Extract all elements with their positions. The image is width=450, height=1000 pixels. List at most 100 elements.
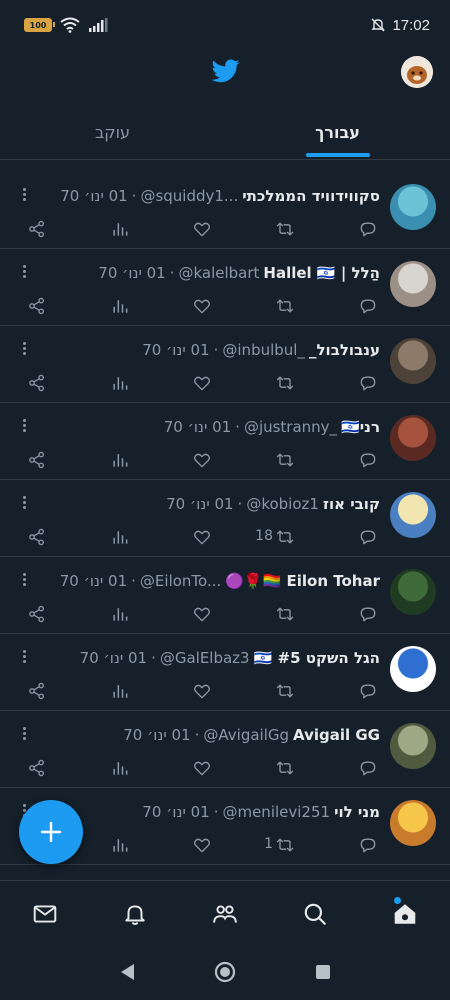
like-button[interactable] bbox=[192, 757, 214, 779]
share-icon bbox=[29, 605, 44, 623]
communities-icon bbox=[213, 905, 237, 923]
share-button[interactable] bbox=[27, 757, 49, 779]
tweet-row[interactable]: Avigail GG @AvigailGg · 01 ינו׳ 70 bbox=[0, 711, 450, 788]
recents-icon[interactable] bbox=[315, 964, 331, 980]
tab-for-you[interactable]: עבורך bbox=[225, 106, 450, 159]
tweet-row[interactable]: הַלל | Hallel 🇮🇱 @kalelbart · 01 ינו׳ 70 bbox=[0, 249, 450, 326]
status-bar: 100 17:02 bbox=[0, 0, 450, 50]
profile-avatar[interactable] bbox=[401, 56, 433, 88]
reply-button[interactable] bbox=[358, 603, 380, 625]
tweet-separator: · bbox=[194, 726, 200, 744]
tweet-row[interactable]: רני🇮🇱 @justranny_ · 01 ינו׳ 70 bbox=[0, 403, 450, 480]
reply-button[interactable] bbox=[358, 526, 380, 548]
retweet-icon bbox=[276, 607, 294, 621]
tweet-row[interactable]: Eilon Tohar 🏳️‍🌈🌹🟣 @EilonTo... · 01 ינו׳ 70 bbox=[0, 557, 450, 634]
reply-button[interactable] bbox=[358, 834, 380, 856]
more-options-icon[interactable] bbox=[20, 263, 28, 281]
views-button[interactable] bbox=[110, 526, 132, 548]
nav-notifications[interactable] bbox=[122, 901, 150, 929]
like-icon bbox=[194, 453, 210, 468]
reply-button[interactable] bbox=[358, 372, 380, 394]
share-button[interactable] bbox=[27, 218, 49, 240]
views-button[interactable] bbox=[110, 295, 132, 317]
tweet-header: Eilon Tohar 🏳️‍🌈🌹🟣 @EilonTo... · 01 ינו׳ 70 bbox=[16, 569, 380, 593]
tweet-row[interactable]: הגל השקט #5 🇮🇱 @GalElbaz3 · 01 ינו׳ 70 bbox=[0, 634, 450, 711]
views-icon bbox=[113, 762, 128, 775]
retweet-button[interactable] bbox=[275, 218, 297, 240]
tweet-actions bbox=[0, 295, 450, 317]
like-button[interactable] bbox=[192, 218, 214, 240]
share-button[interactable] bbox=[27, 372, 49, 394]
user-display-name[interactable]: רני🇮🇱 bbox=[341, 418, 380, 436]
tweet-row[interactable]: סקווידוויד הממלכתי @squiddy1... · 01 ינו׳ 7… bbox=[0, 172, 450, 249]
more-options-icon[interactable] bbox=[20, 186, 28, 204]
views-icon bbox=[113, 300, 128, 313]
compose-button[interactable] bbox=[19, 800, 83, 864]
reply-button[interactable] bbox=[358, 295, 380, 317]
reply-icon bbox=[360, 530, 376, 545]
share-icon bbox=[29, 682, 44, 700]
like-button[interactable] bbox=[192, 449, 214, 471]
more-options-icon[interactable] bbox=[20, 648, 28, 666]
user-display-name[interactable]: ענבולבול_ bbox=[309, 341, 380, 359]
retweet-icon bbox=[276, 761, 294, 775]
nav-home[interactable] bbox=[392, 901, 420, 929]
like-button[interactable] bbox=[192, 295, 214, 317]
user-display-name[interactable]: קובי אוז bbox=[323, 495, 380, 513]
user-display-name[interactable]: סקווידוויד הממלכתי bbox=[242, 187, 380, 205]
tweet-row[interactable]: קובי אוז @kobioz1 · 01 ינו׳ 70 18 bbox=[0, 480, 450, 557]
reply-icon bbox=[360, 376, 376, 391]
share-button[interactable] bbox=[27, 526, 49, 548]
views-button[interactable] bbox=[110, 218, 132, 240]
more-options-icon[interactable] bbox=[20, 725, 28, 743]
retweet-button[interactable]: 18 bbox=[255, 526, 297, 548]
retweet-button[interactable] bbox=[275, 603, 297, 625]
tweet-actions bbox=[0, 680, 450, 702]
nav-messages[interactable] bbox=[32, 901, 60, 929]
views-button[interactable] bbox=[110, 372, 132, 394]
back-icon[interactable] bbox=[118, 962, 136, 982]
home-circle-icon[interactable] bbox=[214, 961, 236, 983]
nav-search[interactable] bbox=[302, 901, 330, 929]
tweet-actions bbox=[0, 449, 450, 471]
more-options-icon[interactable] bbox=[20, 417, 28, 435]
like-button[interactable] bbox=[192, 526, 214, 548]
views-button[interactable] bbox=[110, 834, 132, 856]
retweet-button[interactable]: 1 bbox=[264, 834, 297, 856]
reply-button[interactable] bbox=[358, 680, 380, 702]
like-button[interactable] bbox=[192, 834, 214, 856]
share-button[interactable] bbox=[27, 295, 49, 317]
more-options-icon[interactable] bbox=[20, 571, 28, 589]
reply-button[interactable] bbox=[358, 757, 380, 779]
like-button[interactable] bbox=[192, 680, 214, 702]
tab-following[interactable]: עוקב bbox=[0, 106, 225, 159]
user-display-name[interactable]: Eilon Tohar 🏳️‍🌈🌹🟣 bbox=[225, 572, 380, 590]
twitter-bird-icon[interactable] bbox=[212, 58, 240, 84]
retweet-button[interactable] bbox=[275, 372, 297, 394]
reply-button[interactable] bbox=[358, 218, 380, 240]
share-button[interactable] bbox=[27, 603, 49, 625]
more-options-icon[interactable] bbox=[20, 494, 28, 512]
like-button[interactable] bbox=[192, 372, 214, 394]
user-display-name[interactable]: Avigail GG bbox=[293, 726, 380, 744]
share-button[interactable] bbox=[27, 449, 49, 471]
user-display-name[interactable]: הגל השקט #5 🇮🇱 bbox=[254, 649, 380, 667]
reply-button[interactable] bbox=[358, 449, 380, 471]
views-button[interactable] bbox=[110, 757, 132, 779]
tweet-row[interactable]: ענבולבול_ @inbulbul_ · 01 ינו׳ 70 bbox=[0, 326, 450, 403]
more-options-icon[interactable] bbox=[20, 340, 28, 358]
battery-icon: 100 bbox=[24, 18, 55, 32]
retweet-button[interactable] bbox=[275, 295, 297, 317]
like-button[interactable] bbox=[192, 603, 214, 625]
retweet-button[interactable] bbox=[275, 449, 297, 471]
retweet-button[interactable] bbox=[275, 757, 297, 779]
reply-icon bbox=[360, 299, 376, 314]
share-button[interactable] bbox=[27, 680, 49, 702]
views-button[interactable] bbox=[110, 449, 132, 471]
views-button[interactable] bbox=[110, 603, 132, 625]
user-display-name[interactable]: מני לוי bbox=[334, 803, 380, 821]
retweet-button[interactable] bbox=[275, 680, 297, 702]
user-display-name[interactable]: הַלל | Hallel 🇮🇱 bbox=[263, 264, 380, 282]
nav-communities[interactable] bbox=[212, 901, 240, 929]
views-button[interactable] bbox=[110, 680, 132, 702]
